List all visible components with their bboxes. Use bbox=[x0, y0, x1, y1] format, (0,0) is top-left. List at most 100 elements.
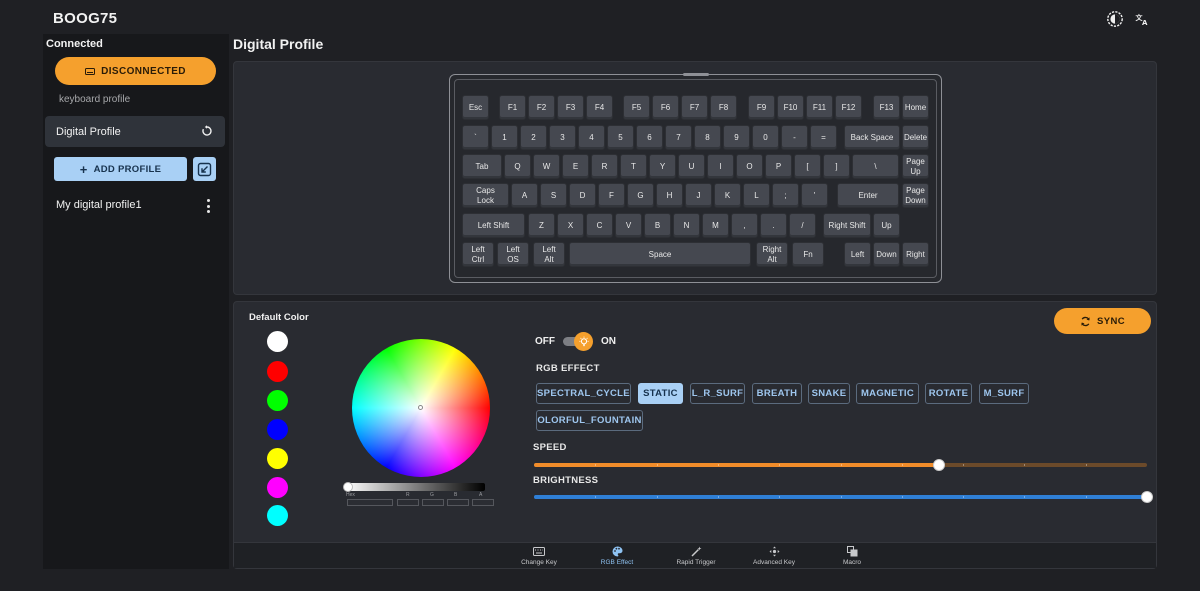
translate-icon[interactable]: 文 A bbox=[1134, 11, 1150, 27]
nav-rgb-effect[interactable]: RGB Effect bbox=[582, 546, 652, 566]
speed-slider[interactable] bbox=[534, 459, 1147, 471]
key-f9[interactable]: F9 bbox=[748, 95, 775, 120]
key-f3[interactable]: F3 bbox=[557, 95, 584, 120]
key-7[interactable]: 7 bbox=[665, 125, 692, 150]
key-n[interactable]: N bbox=[673, 213, 700, 238]
key-'[interactable]: ' bbox=[801, 183, 828, 208]
key-=[interactable]: = bbox=[810, 125, 837, 150]
key-right-alt[interactable]: Right Alt bbox=[756, 242, 788, 267]
import-profile-button[interactable] bbox=[193, 157, 216, 181]
key-left-ctrl[interactable]: Left Ctrl bbox=[462, 242, 494, 267]
key-home[interactable]: Home bbox=[902, 95, 929, 120]
key-esc[interactable]: Esc bbox=[462, 95, 489, 120]
key-;[interactable]: ; bbox=[772, 183, 799, 208]
effect-button-snake[interactable]: SNAKE bbox=[808, 383, 850, 404]
key--[interactable]: - bbox=[781, 125, 808, 150]
nav-rapid-trigger[interactable]: Rapid Trigger bbox=[661, 546, 731, 566]
key-f13[interactable]: F13 bbox=[873, 95, 900, 120]
key-\[interactable]: \ bbox=[852, 154, 899, 179]
key-q[interactable]: Q bbox=[504, 154, 531, 179]
key-4[interactable]: 4 bbox=[578, 125, 605, 150]
brightness-slider-thumb[interactable] bbox=[1141, 491, 1153, 503]
key-f7[interactable]: F7 bbox=[681, 95, 708, 120]
key-u[interactable]: U bbox=[678, 154, 705, 179]
key-f8[interactable]: F8 bbox=[710, 95, 737, 120]
key-8[interactable]: 8 bbox=[694, 125, 721, 150]
color-wheel-cursor[interactable] bbox=[418, 405, 423, 410]
color-swatch[interactable] bbox=[267, 477, 288, 498]
effect-button-spectral-cycle[interactable]: SPECTRAL_CYCLE bbox=[536, 383, 631, 404]
key-f1[interactable]: F1 bbox=[499, 95, 526, 120]
brightness-slider[interactable] bbox=[534, 491, 1153, 503]
key-up[interactable]: Up bbox=[873, 213, 900, 238]
key-f11[interactable]: F11 bbox=[806, 95, 833, 120]
disconnect-button[interactable]: DISCONNECTED bbox=[55, 57, 216, 85]
key-y[interactable]: Y bbox=[649, 154, 676, 179]
lightbulb-icon[interactable] bbox=[574, 332, 593, 351]
effect-button-rotate[interactable]: ROTATE bbox=[925, 383, 972, 404]
key-g[interactable]: G bbox=[627, 183, 654, 208]
effect-button-static[interactable]: STATIC bbox=[638, 383, 683, 404]
key-page-up[interactable]: Page Up bbox=[902, 154, 929, 179]
key-delete[interactable]: Delete bbox=[902, 125, 929, 150]
speed-slider-thumb[interactable] bbox=[933, 459, 945, 471]
key-left-shift[interactable]: Left Shift bbox=[462, 213, 525, 238]
key-`[interactable]: ` bbox=[462, 125, 489, 150]
key-i[interactable]: I bbox=[707, 154, 734, 179]
key-right-shift[interactable]: Right Shift bbox=[823, 213, 871, 238]
effect-button-olorful-fountain[interactable]: OLORFUL_FOUNTAIN bbox=[536, 410, 643, 431]
key-9[interactable]: 9 bbox=[723, 125, 750, 150]
key-caps-lock[interactable]: Caps Lock bbox=[462, 183, 509, 208]
key-right[interactable]: Right bbox=[902, 242, 929, 267]
key-f4[interactable]: F4 bbox=[586, 95, 613, 120]
key-6[interactable]: 6 bbox=[636, 125, 663, 150]
color-swatch[interactable] bbox=[267, 331, 288, 352]
key-space[interactable]: Space bbox=[569, 242, 751, 267]
grayscale-slider-thumb[interactable] bbox=[343, 482, 353, 492]
color-swatch[interactable] bbox=[267, 448, 288, 469]
key-f6[interactable]: F6 bbox=[652, 95, 679, 120]
b-input[interactable] bbox=[447, 499, 469, 506]
key-x[interactable]: X bbox=[557, 213, 584, 238]
key-f[interactable]: F bbox=[598, 183, 625, 208]
key-a[interactable]: A bbox=[511, 183, 538, 208]
effect-button-l-r-surf[interactable]: L_R_SURF bbox=[690, 383, 745, 404]
key-v[interactable]: V bbox=[615, 213, 642, 238]
key-3[interactable]: 3 bbox=[549, 125, 576, 150]
reset-icon[interactable] bbox=[201, 125, 213, 137]
key-e[interactable]: E bbox=[562, 154, 589, 179]
key-,[interactable]: , bbox=[731, 213, 758, 238]
hex-input[interactable] bbox=[347, 499, 393, 506]
color-swatch[interactable] bbox=[267, 361, 288, 382]
key-h[interactable]: H bbox=[656, 183, 683, 208]
key-k[interactable]: K bbox=[714, 183, 741, 208]
key-[[interactable]: [ bbox=[794, 154, 821, 179]
effect-button-magnetic[interactable]: MAGNETIC bbox=[856, 383, 919, 404]
brightness-theme-icon[interactable] bbox=[1107, 11, 1123, 27]
key-f10[interactable]: F10 bbox=[777, 95, 804, 120]
profile-list-item[interactable]: My digital profile1 bbox=[56, 199, 142, 211]
key-z[interactable]: Z bbox=[528, 213, 555, 238]
key-f2[interactable]: F2 bbox=[528, 95, 555, 120]
key-][interactable]: ] bbox=[823, 154, 850, 179]
key-c[interactable]: C bbox=[586, 213, 613, 238]
rgb-power-toggle[interactable] bbox=[563, 332, 593, 351]
key-0[interactable]: 0 bbox=[752, 125, 779, 150]
color-swatch[interactable] bbox=[267, 419, 288, 440]
key-t[interactable]: T bbox=[620, 154, 647, 179]
key-o[interactable]: O bbox=[736, 154, 763, 179]
r-input[interactable] bbox=[397, 499, 419, 506]
key-.[interactable]: . bbox=[760, 213, 787, 238]
key-left-alt[interactable]: Left Alt bbox=[533, 242, 565, 267]
key-j[interactable]: J bbox=[685, 183, 712, 208]
key-enter[interactable]: Enter bbox=[837, 183, 899, 208]
effect-button-breath[interactable]: BREATH bbox=[752, 383, 802, 404]
color-wheel[interactable] bbox=[352, 339, 490, 477]
key-p[interactable]: P bbox=[765, 154, 792, 179]
selected-profile-item[interactable]: Digital Profile bbox=[45, 116, 225, 147]
key-f12[interactable]: F12 bbox=[835, 95, 862, 120]
key-left-os[interactable]: Left OS bbox=[497, 242, 529, 267]
key-1[interactable]: 1 bbox=[491, 125, 518, 150]
key-l[interactable]: L bbox=[743, 183, 770, 208]
add-profile-button[interactable]: + ADD PROFILE bbox=[54, 157, 187, 181]
